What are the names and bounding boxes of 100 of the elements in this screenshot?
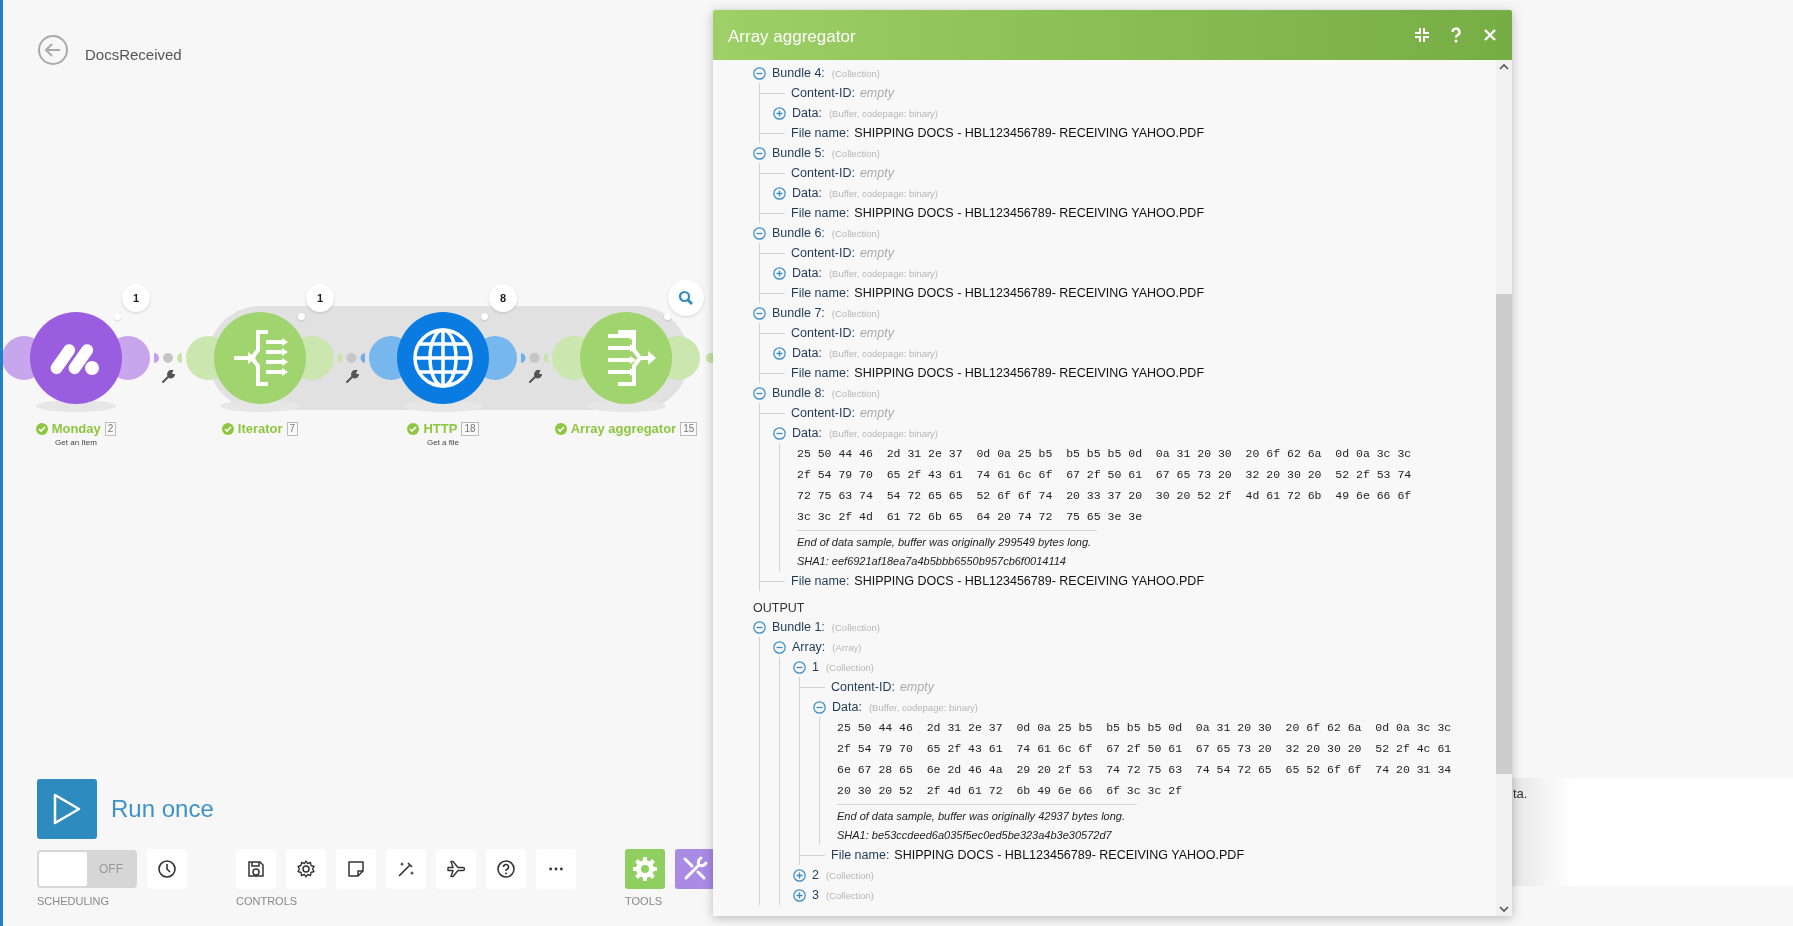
field-value: SHIPPING DOCS - HBL123456789- RECEIVING YAHOO.PDF bbox=[854, 286, 1204, 300]
close-icon[interactable] bbox=[1482, 27, 1498, 43]
expand-toggle[interactable] bbox=[753, 226, 766, 240]
wrench-icon[interactable] bbox=[344, 370, 359, 384]
auto-align-button[interactable] bbox=[386, 849, 426, 889]
bubble-tail-dot bbox=[664, 313, 671, 320]
section-label: TOOLS bbox=[625, 895, 664, 907]
expand-toggle[interactable] bbox=[773, 186, 786, 200]
expand-toggle[interactable] bbox=[793, 660, 806, 674]
expand-toggle[interactable] bbox=[753, 306, 766, 320]
bubble-tail-dot bbox=[481, 313, 488, 320]
help-button[interactable] bbox=[486, 849, 526, 889]
section-label: SCHEDULING bbox=[37, 895, 111, 907]
field-label: 3 bbox=[812, 888, 819, 902]
field-label: Content-ID: bbox=[791, 326, 855, 340]
field-label: Data: bbox=[792, 346, 822, 360]
expand-toggle[interactable] bbox=[753, 386, 766, 400]
field-type: (Buffer, codepage: binary) bbox=[828, 347, 939, 359]
field-label: Data: bbox=[792, 426, 822, 440]
expand-toggle[interactable] bbox=[753, 146, 766, 160]
hex-data-line: 3c 3c 2f 4d 61 72 6b 65 64 20 74 72 75 65 3e 3e bbox=[797, 509, 1144, 525]
field-label: File name: bbox=[831, 848, 890, 862]
notes-button[interactable] bbox=[336, 849, 376, 889]
field-value: SHIPPING DOCS - HBL123456789- RECEIVING YAHOO.PDF bbox=[854, 366, 1204, 380]
module-id-badge: 7 bbox=[286, 421, 299, 436]
field-value: SHIPPING DOCS - HBL123456789- RECEIVING YAHOO.PDF bbox=[854, 574, 1204, 588]
field-label: 2 bbox=[812, 868, 819, 882]
play-icon bbox=[52, 792, 82, 826]
field-type: (Collection) bbox=[831, 227, 880, 239]
bubble-tail-dot bbox=[298, 313, 305, 320]
expand-toggle[interactable] bbox=[813, 700, 826, 714]
collapse-icon[interactable] bbox=[1414, 27, 1430, 43]
expand-toggle[interactable] bbox=[773, 426, 786, 440]
module-action: Get a file bbox=[427, 438, 459, 447]
field-type: (Collection) bbox=[825, 661, 874, 673]
settings-button[interactable] bbox=[286, 849, 326, 889]
clock-icon bbox=[157, 859, 177, 879]
back-icon[interactable] bbox=[37, 34, 69, 66]
expand-toggle[interactable] bbox=[753, 620, 766, 634]
tools-button[interactable] bbox=[675, 849, 715, 889]
field-type: (Collection) bbox=[825, 869, 874, 881]
schedule-button[interactable] bbox=[147, 849, 187, 889]
expand-toggle[interactable] bbox=[793, 888, 806, 902]
field-type: (Collection) bbox=[831, 307, 880, 319]
save-button[interactable] bbox=[236, 849, 276, 889]
field-type: (Collection) bbox=[831, 147, 880, 159]
field-label: Data: bbox=[792, 186, 822, 200]
panel-title: Array aggregator bbox=[728, 27, 857, 47]
empty-value: empty bbox=[899, 680, 934, 694]
field-type: (Buffer, codepage: binary) bbox=[828, 267, 939, 279]
field-label: File name: bbox=[791, 206, 850, 220]
field-type: (Collection) bbox=[831, 67, 880, 79]
connection-dots bbox=[338, 352, 365, 364]
field-label: Data: bbox=[832, 700, 862, 714]
module-id-badge: 18 bbox=[461, 421, 479, 436]
field-type: (Collection) bbox=[831, 621, 880, 633]
field-label: Bundle 6: bbox=[772, 226, 825, 240]
scenario-name: DocsReceived bbox=[85, 45, 182, 63]
section-heading: OUTPUT bbox=[753, 600, 806, 615]
buffer-note: End of data sample, buffer was originally 42937 bytes long. bbox=[837, 809, 1126, 824]
expand-toggle[interactable] bbox=[793, 868, 806, 882]
operations-count[interactable]: 8 bbox=[489, 284, 517, 312]
buffer-note: End of data sample, buffer was originally 299549 bytes long. bbox=[797, 535, 1093, 550]
magic-wand-icon bbox=[396, 859, 416, 879]
module-name: Monday bbox=[51, 421, 101, 436]
expand-toggle[interactable] bbox=[773, 266, 786, 280]
field-label: Content-ID: bbox=[791, 246, 855, 260]
expand-toggle[interactable] bbox=[773, 106, 786, 120]
help-icon[interactable] bbox=[1448, 27, 1464, 43]
operations-count[interactable]: 1 bbox=[122, 284, 150, 312]
run-button[interactable] bbox=[37, 779, 97, 839]
save-icon bbox=[246, 859, 266, 879]
module-name: Iterator bbox=[237, 421, 283, 436]
airplane-button[interactable] bbox=[436, 849, 476, 889]
wrench-icon[interactable] bbox=[161, 370, 175, 384]
module-id-badge: 2 bbox=[104, 421, 117, 436]
expand-toggle[interactable] bbox=[753, 66, 766, 80]
sticky-note-icon bbox=[346, 859, 366, 879]
more-icon bbox=[549, 867, 563, 871]
field-value: SHIPPING DOCS - HBL123456789- RECEIVING YAHOO.PDF bbox=[894, 848, 1244, 862]
connection-dots bbox=[154, 352, 182, 364]
search-icon bbox=[678, 290, 694, 306]
tools-gear-button[interactable] bbox=[625, 849, 665, 889]
field-label: Array: bbox=[792, 640, 826, 654]
operations-count[interactable]: 1 bbox=[306, 284, 334, 312]
expand-toggle[interactable] bbox=[773, 640, 786, 654]
hex-data-line: 72 75 63 74 54 72 65 65 52 6f 6f 74 20 33 37 20 30 20 52 2f 4d 61 72 6b 49 6e 66 6f bbox=[797, 488, 1413, 504]
wrench-icon[interactable] bbox=[527, 370, 542, 384]
field-type: (Collection) bbox=[831, 387, 880, 399]
field-label: Content-ID: bbox=[791, 406, 855, 420]
bubble-tail-dot bbox=[114, 313, 121, 320]
section-label: CONTROLS bbox=[236, 895, 299, 907]
search-button[interactable] bbox=[668, 280, 704, 316]
empty-value: empty bbox=[859, 246, 894, 260]
expand-toggle[interactable] bbox=[773, 346, 786, 360]
scrollbar-thumb[interactable] bbox=[1496, 294, 1512, 774]
field-label: Bundle 4: bbox=[772, 66, 825, 80]
settings-icon bbox=[296, 859, 316, 879]
hex-data-line: 6e 67 28 65 6e 2d 46 4a 29 20 2f 53 74 72 75 63 74 54 72 65 65 52 6f 6f 74 20 31 34 bbox=[837, 762, 1453, 778]
field-label: Bundle 7: bbox=[772, 306, 825, 320]
